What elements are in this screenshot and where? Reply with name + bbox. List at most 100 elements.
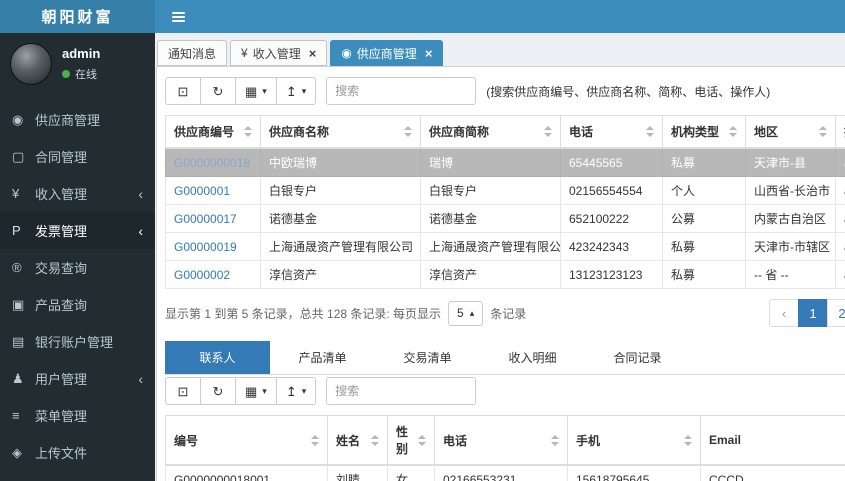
- sidebar-item-transaction-query[interactable]: ® 交易查询: [0, 249, 155, 286]
- menu-list-icon: ≡: [12, 408, 20, 423]
- column-header[interactable]: 供应商编号: [165, 115, 261, 149]
- card-view-icon: ⊡: [177, 83, 189, 99]
- tab-bar: 通知消息 ¥ 收入管理 × ◉ 供应商管理 ×: [156, 39, 845, 66]
- table-row[interactable]: G0000001白银专户白银专户02156554554个人山西省-长治市admi…: [165, 176, 845, 205]
- column-header[interactable]: 手机: [567, 415, 701, 466]
- detail-tab-income-detail[interactable]: 收入明细: [480, 341, 585, 374]
- sidebar-item-user-management[interactable]: ♟ 用户管理 ‹: [0, 360, 155, 397]
- supplier-id-link[interactable]: G0000002: [174, 268, 230, 282]
- tab-supplier-management[interactable]: ◉ 供应商管理 ×: [330, 40, 444, 66]
- sidebar-toggle-icon[interactable]: [170, 8, 187, 26]
- cell: 13123123123: [560, 260, 663, 289]
- circle-dot-icon: ◉: [12, 111, 24, 127]
- tab-close-icon[interactable]: ×: [309, 47, 317, 60]
- sort-icon: [684, 434, 692, 446]
- tab-label: 供应商管理: [356, 46, 417, 61]
- sidebar-item-product-query[interactable]: ▣ 产品查询: [0, 286, 155, 323]
- column-header[interactable]: 电话: [560, 115, 663, 149]
- pagination-info-text: 显示第 1 到第 5 条记录，总共 128 条记录: 每页显示: [165, 306, 442, 321]
- supplier-id-link[interactable]: G0000000018: [174, 156, 250, 170]
- cell: G0000000018001: [165, 464, 328, 481]
- sidebar: 朝阳财富 admin 在线 ◉ 供应商管理 ▢ 合同管理 ¥ 收入管理 ‹ P 发票管理 ‹ ® 交易…: [0, 0, 155, 481]
- column-header-label: 供应商简称: [429, 125, 490, 139]
- sidebar-item-label: 银行账户管理: [35, 335, 114, 350]
- toggle-pagination-button[interactable]: ⊡: [165, 377, 201, 405]
- page-button-1[interactable]: 1: [798, 299, 828, 327]
- brand-title[interactable]: 朝阳财富: [0, 0, 155, 33]
- column-header[interactable]: 姓名: [327, 415, 388, 466]
- sidebar-item-bank-account-management[interactable]: ▤ 银行账户管理: [0, 323, 155, 360]
- cell: 白银专户: [420, 176, 561, 205]
- table-row[interactable]: G0000000018 中欧瑞博瑞博65445565私募天津市-县admin: [165, 147, 845, 177]
- sidebar-item-contract-management[interactable]: ▢ 合同管理: [0, 138, 155, 175]
- column-header-label: 手机: [576, 433, 601, 448]
- column-header[interactable]: 编号: [165, 415, 328, 466]
- cell: 个人: [662, 176, 746, 205]
- sidebar-item-upload-file[interactable]: ◈ 上传文件: [0, 434, 155, 471]
- cell: 瑞博: [420, 147, 561, 177]
- cell: 652100222: [560, 204, 663, 233]
- supplier-id-link[interactable]: G00000019: [174, 240, 237, 254]
- sidebar-item-menu-management[interactable]: ≡ 菜单管理: [0, 397, 155, 434]
- detail-tab-contract-records[interactable]: 合同记录: [585, 341, 690, 374]
- supplier-id-link[interactable]: G00000017: [174, 212, 237, 226]
- table-row[interactable]: G0000002淳信资产淳信资产13123123123私募-- 省 --admi…: [165, 260, 845, 289]
- user-status-label: 在线: [75, 69, 97, 81]
- columns-button[interactable]: ▦ ▾: [235, 77, 277, 105]
- sort-icon: [544, 126, 552, 137]
- table-row[interactable]: G00000019 上海通晟资产管理有限公司 上海通晟资产管理有限公司 4232423…: [165, 232, 845, 261]
- export-button[interactable]: ↥ ▾: [275, 77, 317, 105]
- column-header[interactable]: 供应商名称: [260, 115, 421, 149]
- column-header[interactable]: 供应商简称: [420, 115, 561, 149]
- detail-tab-contacts[interactable]: 联系人: [165, 341, 270, 374]
- sidebar-item-label: 菜单管理: [35, 409, 88, 424]
- user-panel: admin 在线: [0, 33, 155, 97]
- top-navbar: [155, 0, 845, 33]
- column-header-label: 地区: [754, 125, 779, 139]
- detail-tab-product-list[interactable]: 产品清单: [270, 341, 375, 374]
- supplier-id-link[interactable]: G0000001: [174, 184, 230, 198]
- caret-down-icon: ▾: [262, 385, 267, 396]
- detail-tab-transaction-list[interactable]: 交易清单: [375, 341, 480, 374]
- supplier-search-input[interactable]: [326, 77, 477, 105]
- column-header[interactable]: 地区: [745, 115, 836, 149]
- column-header-label: 机构类型: [671, 125, 720, 139]
- page-size-dropdown[interactable]: 5 ▴: [448, 300, 484, 326]
- sort-icon: [418, 434, 426, 446]
- column-header[interactable]: 机构类型: [662, 115, 746, 149]
- page-button-2[interactable]: 2: [827, 299, 845, 327]
- sidebar-item-label: 交易查询: [35, 261, 88, 276]
- column-header[interactable]: 性别: [387, 415, 435, 466]
- cell: 女: [387, 464, 435, 481]
- sidebar-item-invoice-management[interactable]: P 发票管理 ‹: [0, 212, 155, 249]
- refresh-button[interactable]: ↻: [200, 77, 236, 105]
- cell: 中欧瑞博: [260, 147, 421, 177]
- chevron-left-icon: ‹: [138, 370, 143, 387]
- user-name: admin: [62, 46, 101, 61]
- refresh-button[interactable]: ↻: [200, 377, 236, 405]
- columns-button[interactable]: ▦ ▾: [235, 377, 277, 405]
- column-header[interactable]: 电话: [434, 415, 568, 466]
- sidebar-item-label: 上传文件: [35, 446, 88, 461]
- tab-notifications[interactable]: 通知消息: [157, 40, 228, 66]
- sidebar-item-label: 发票管理: [35, 224, 88, 239]
- sidebar-item-supplier-management[interactable]: ◉ 供应商管理: [0, 101, 155, 138]
- export-button[interactable]: ↥ ▾: [275, 377, 317, 405]
- column-header[interactable]: 操作人: [835, 115, 845, 149]
- document-icon: ▢: [12, 148, 25, 164]
- card-view-icon: ⊡: [177, 383, 189, 399]
- cell: 65445565: [560, 147, 663, 177]
- sort-icon: [244, 126, 252, 137]
- column-header[interactable]: Email: [700, 415, 845, 466]
- prev-page-button[interactable]: ‹: [769, 299, 799, 327]
- contact-search-input[interactable]: [326, 377, 477, 405]
- tab-close-icon[interactable]: ×: [425, 47, 433, 60]
- sidebar-item-income-management[interactable]: ¥ 收入管理 ‹: [0, 175, 155, 212]
- tab-income-management[interactable]: ¥ 收入管理 ×: [230, 40, 328, 66]
- table-row[interactable]: G00000017诺德基金诺德基金652100222公募内蒙古自治区admin: [165, 204, 845, 233]
- cell: 诺德基金: [420, 204, 561, 233]
- toggle-pagination-button[interactable]: ⊡: [165, 77, 201, 105]
- user-icon: ♟: [12, 370, 24, 386]
- sort-icon: [646, 126, 654, 137]
- table-row[interactable]: G0000000018001 刘睛女 02166553231 15618795645 C…: [165, 464, 845, 481]
